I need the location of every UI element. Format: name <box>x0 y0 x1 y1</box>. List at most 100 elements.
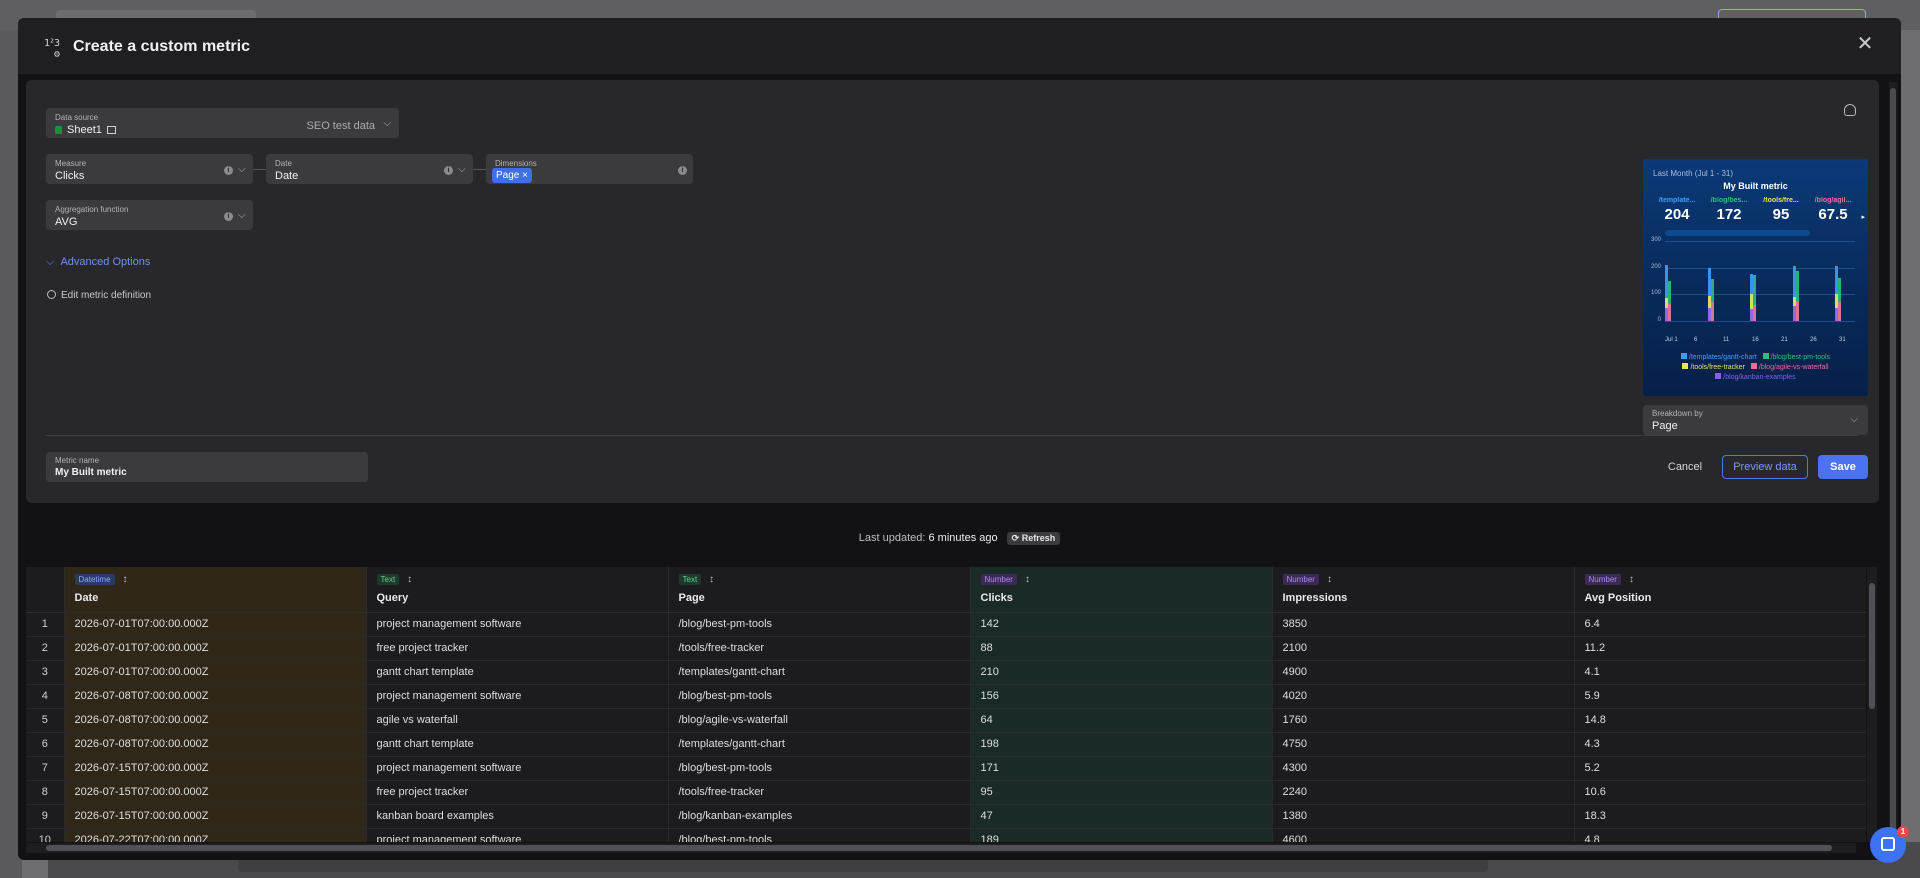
table-cell[interactable]: kanban board examples <box>366 804 669 829</box>
legend-item[interactable]: /blog/kanban-examples <box>1715 373 1796 383</box>
table-cell[interactable]: /blog/best-pm-tools <box>668 756 971 781</box>
table-cell[interactable]: 2026-07-15T07:00:00.000Z <box>64 780 367 805</box>
info-icon[interactable]: i <box>224 166 233 175</box>
chip-remove-icon[interactable]: × <box>522 170 528 181</box>
table-cell[interactable]: project management software <box>366 612 669 637</box>
preview-data-button[interactable]: Preview data <box>1722 455 1808 479</box>
table-row[interactable]: 9 2026-07-15T07:00:00.000Z kanban board ex… <box>26 804 1866 829</box>
table-cell[interactable]: 4300 <box>1272 756 1575 781</box>
table-cell[interactable]: 142 <box>970 612 1273 637</box>
table-cell[interactable]: 2100 <box>1272 636 1575 661</box>
table-cell[interactable]: 5.9 <box>1574 684 1866 709</box>
table-cell[interactable]: 2026-07-01T07:00:00.000Z <box>64 660 367 685</box>
modal-scrollbar-thumb[interactable] <box>1890 88 1896 844</box>
measure-select[interactable]: Measure Clicks i ⌵ <box>46 154 253 184</box>
table-cell[interactable]: /blog/agile-vs-waterfall <box>668 708 971 733</box>
table-cell[interactable]: /templates/gantt-chart <box>668 732 971 757</box>
column-header[interactable]: Datetime ↕ Date <box>64 567 367 613</box>
table-cell[interactable]: /blog/kanban-examples <box>668 804 971 829</box>
table-cell[interactable]: 18.3 <box>1574 804 1866 829</box>
table-cell[interactable]: 1380 <box>1272 804 1575 829</box>
table-row[interactable]: 3 2026-07-01T07:00:00.000Z gantt chart tem… <box>26 660 1866 685</box>
kpi-scrollbar[interactable] <box>1665 230 1810 236</box>
table-cell[interactable]: project management software <box>366 828 669 842</box>
table-cell[interactable]: 64 <box>970 708 1273 733</box>
table-cell[interactable]: 47 <box>970 804 1273 829</box>
table-row[interactable]: 5 2026-07-08T07:00:00.000Z agile vs waterf… <box>26 708 1866 733</box>
table-cell[interactable]: 2026-07-08T07:00:00.000Z <box>64 684 367 709</box>
table-row[interactable]: 1 2026-07-01T07:00:00.000Z project managem… <box>26 612 1866 637</box>
legend-item[interactable]: /blog/agile-vs-waterfall <box>1750 363 1829 373</box>
edit-metric-definition-link[interactable]: Edit metric definition <box>47 290 151 301</box>
table-cell[interactable]: 95 <box>970 780 1273 805</box>
column-header[interactable]: Text ↕ Query <box>366 567 669 613</box>
table-cell[interactable]: 4600 <box>1272 828 1575 842</box>
table-horizontal-scrollbar[interactable] <box>26 843 1856 853</box>
sort-icon[interactable]: ↕ <box>1327 574 1332 585</box>
sort-icon[interactable]: ↕ <box>709 574 714 585</box>
table-cell[interactable]: gantt chart template <box>366 732 669 757</box>
table-cell[interactable]: 1760 <box>1272 708 1575 733</box>
table-cell[interactable]: 2026-07-15T07:00:00.000Z <box>64 804 367 829</box>
legend-item[interactable]: /tools/free-tracker <box>1682 363 1745 373</box>
metric-name-value[interactable]: My Built metric <box>55 467 127 478</box>
sort-icon[interactable]: ↕ <box>1629 574 1634 585</box>
table-cell[interactable]: 2026-07-08T07:00:00.000Z <box>64 708 367 733</box>
headset-help-icon[interactable] <box>1844 104 1856 116</box>
data-source-select[interactable]: Data source Sheet1 SEO test data ⌵ <box>46 108 399 138</box>
column-header[interactable]: Text ↕ Page <box>668 567 971 613</box>
table-cell[interactable]: 2026-07-08T07:00:00.000Z <box>64 732 367 757</box>
column-header[interactable]: Number ↕ Impressions <box>1272 567 1575 613</box>
table-cell[interactable]: /tools/free-tracker <box>668 780 971 805</box>
table-cell[interactable]: project management software <box>366 684 669 709</box>
sort-icon[interactable]: ↕ <box>123 574 128 585</box>
table-vertical-scroll-thumb[interactable] <box>1869 583 1875 709</box>
table-cell[interactable]: 4750 <box>1272 732 1575 757</box>
date-select[interactable]: Date Date i ⌵ <box>266 154 473 184</box>
table-cell[interactable]: 2026-07-15T07:00:00.000Z <box>64 756 367 781</box>
table-cell[interactable]: /blog/best-pm-tools <box>668 684 971 709</box>
table-cell[interactable]: 10.6 <box>1574 780 1866 805</box>
info-icon[interactable]: i <box>224 212 233 221</box>
advanced-options-toggle[interactable]: ⌵ Advanced Options <box>46 256 150 269</box>
dimension-chip-page[interactable]: Page × <box>492 168 532 183</box>
table-row[interactable]: 4 2026-07-08T07:00:00.000Z project managem… <box>26 684 1866 709</box>
table-row[interactable]: 6 2026-07-08T07:00:00.000Z gantt chart tem… <box>26 732 1866 757</box>
table-cell[interactable]: gantt chart template <box>366 660 669 685</box>
table-cell[interactable]: 14.8 <box>1574 708 1866 733</box>
table-cell[interactable]: /blog/best-pm-tools <box>668 612 971 637</box>
column-header[interactable]: Number ↕ Clicks <box>970 567 1273 613</box>
table-cell[interactable]: /blog/best-pm-tools <box>668 828 971 842</box>
table-cell[interactable]: 88 <box>970 636 1273 661</box>
save-button[interactable]: Save <box>1818 455 1868 479</box>
table-cell[interactable]: 4900 <box>1272 660 1575 685</box>
table-cell[interactable]: 6.4 <box>1574 612 1866 637</box>
table-cell[interactable]: 4.1 <box>1574 660 1866 685</box>
table-cell[interactable]: 189 <box>970 828 1273 842</box>
metric-name-field[interactable]: Metric name My Built metric <box>46 452 368 482</box>
table-cell[interactable]: 171 <box>970 756 1273 781</box>
table-cell[interactable]: 156 <box>970 684 1273 709</box>
aggregation-select[interactable]: Aggregation function AVG i ⌵ <box>46 200 253 230</box>
table-cell[interactable]: 2026-07-22T07:00:00.000Z <box>64 828 367 842</box>
table-vertical-scrollbar[interactable] <box>1867 567 1877 842</box>
table-row[interactable]: 8 2026-07-15T07:00:00.000Z free project tr… <box>26 780 1866 805</box>
legend-item[interactable]: /blog/best-pm-tools <box>1762 353 1830 363</box>
table-cell[interactable]: 11.2 <box>1574 636 1866 661</box>
sort-icon[interactable]: ↕ <box>1025 574 1030 585</box>
table-cell[interactable]: 2026-07-01T07:00:00.000Z <box>64 636 367 661</box>
close-icon[interactable]: ✕ <box>1855 34 1875 54</box>
cancel-button[interactable]: Cancel <box>1660 455 1710 479</box>
breakdown-by-select[interactable]: Breakdown by Page ⌵ <box>1643 405 1868 435</box>
kpi-next-arrow-icon[interactable]: ▸ <box>1861 213 1865 221</box>
dimensions-select[interactable]: Dimensions Page × i <box>486 154 693 184</box>
table-cell[interactable]: /tools/free-tracker <box>668 636 971 661</box>
table-cell[interactable]: 4.3 <box>1574 732 1866 757</box>
table-cell[interactable]: 198 <box>970 732 1273 757</box>
table-cell[interactable]: 2026-07-01T07:00:00.000Z <box>64 612 367 637</box>
table-cell[interactable]: free project tracker <box>366 780 669 805</box>
table-cell[interactable]: /templates/gantt-chart <box>668 660 971 685</box>
table-row[interactable]: 7 2026-07-15T07:00:00.000Z project managem… <box>26 756 1866 781</box>
table-cell[interactable]: 4020 <box>1272 684 1575 709</box>
table-cell[interactable]: 3850 <box>1272 612 1575 637</box>
